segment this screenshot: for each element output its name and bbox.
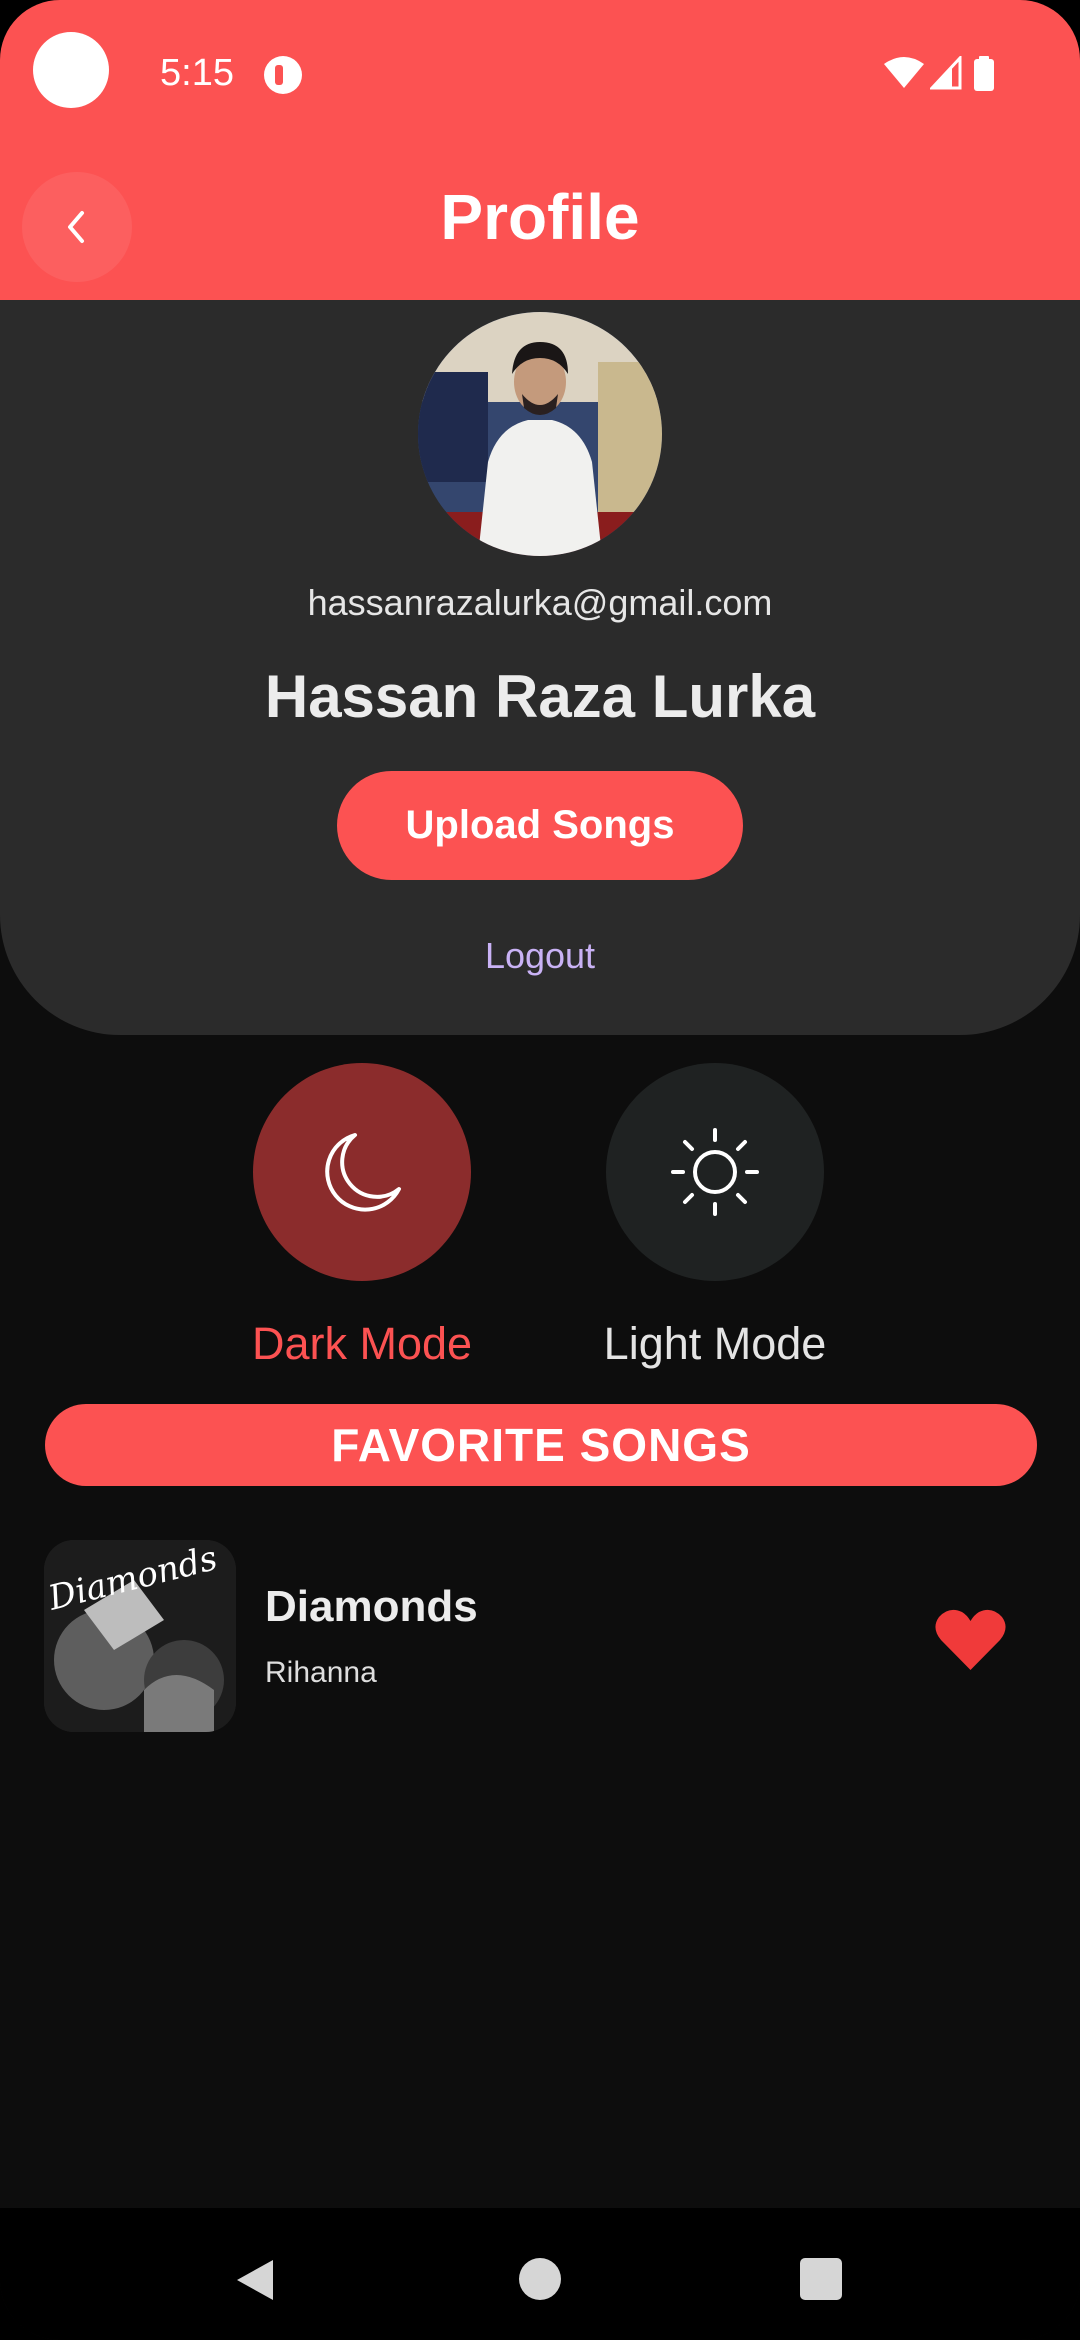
nav-recents-icon[interactable] [800, 2258, 842, 2300]
light-mode-label: Light Mode [603, 1318, 827, 1369]
camera-cutout [33, 32, 109, 108]
notification-app-icon [264, 56, 302, 94]
upload-songs-button[interactable]: Upload Songs [337, 771, 743, 880]
profile-email: hassanrazalurka@gmail.com [307, 582, 773, 623]
avatar[interactable] [418, 312, 662, 556]
favorite-song-item[interactable]: Diamonds Diamonds Rihanna [0, 1540, 1080, 1735]
avatar-photo [418, 312, 662, 556]
song-artist: Rihanna [265, 1656, 377, 1689]
sun-icon [671, 1128, 759, 1216]
logout-link[interactable]: Logout [0, 935, 1080, 977]
nav-back-icon[interactable] [235, 2258, 275, 2302]
favorite-songs-heading: FAVORITE SONGS [45, 1404, 1037, 1486]
profile-card: hassanrazalurka@gmail.com Hassan Raza Lu… [0, 300, 1080, 1035]
wifi-icon [884, 57, 924, 88]
status-bar: 5:15 [0, 0, 1080, 150]
profile-screen: 5:15 Profile hassanrazalurka@gmail.com H… [0, 0, 1080, 2340]
song-title: Diamonds [265, 1582, 478, 1631]
status-time: 5:15 [160, 52, 234, 94]
dark-mode-button[interactable] [253, 1063, 471, 1281]
header: 5:15 Profile [0, 0, 1080, 300]
page-title: Profile [440, 181, 640, 253]
profile-name: Hassan Raza Lurka [264, 663, 816, 730]
heart-icon[interactable] [933, 1608, 1008, 1672]
cellular-signal-icon [930, 56, 962, 90]
system-navigation-bar [0, 2208, 1080, 2340]
light-mode-button[interactable] [606, 1063, 824, 1281]
dark-mode-label: Dark Mode [251, 1318, 473, 1369]
status-icons [884, 56, 1014, 96]
moon-icon [325, 1133, 401, 1212]
nav-home-icon[interactable] [519, 2258, 561, 2300]
album-cover: Diamonds [44, 1540, 236, 1732]
battery-icon [974, 56, 994, 91]
